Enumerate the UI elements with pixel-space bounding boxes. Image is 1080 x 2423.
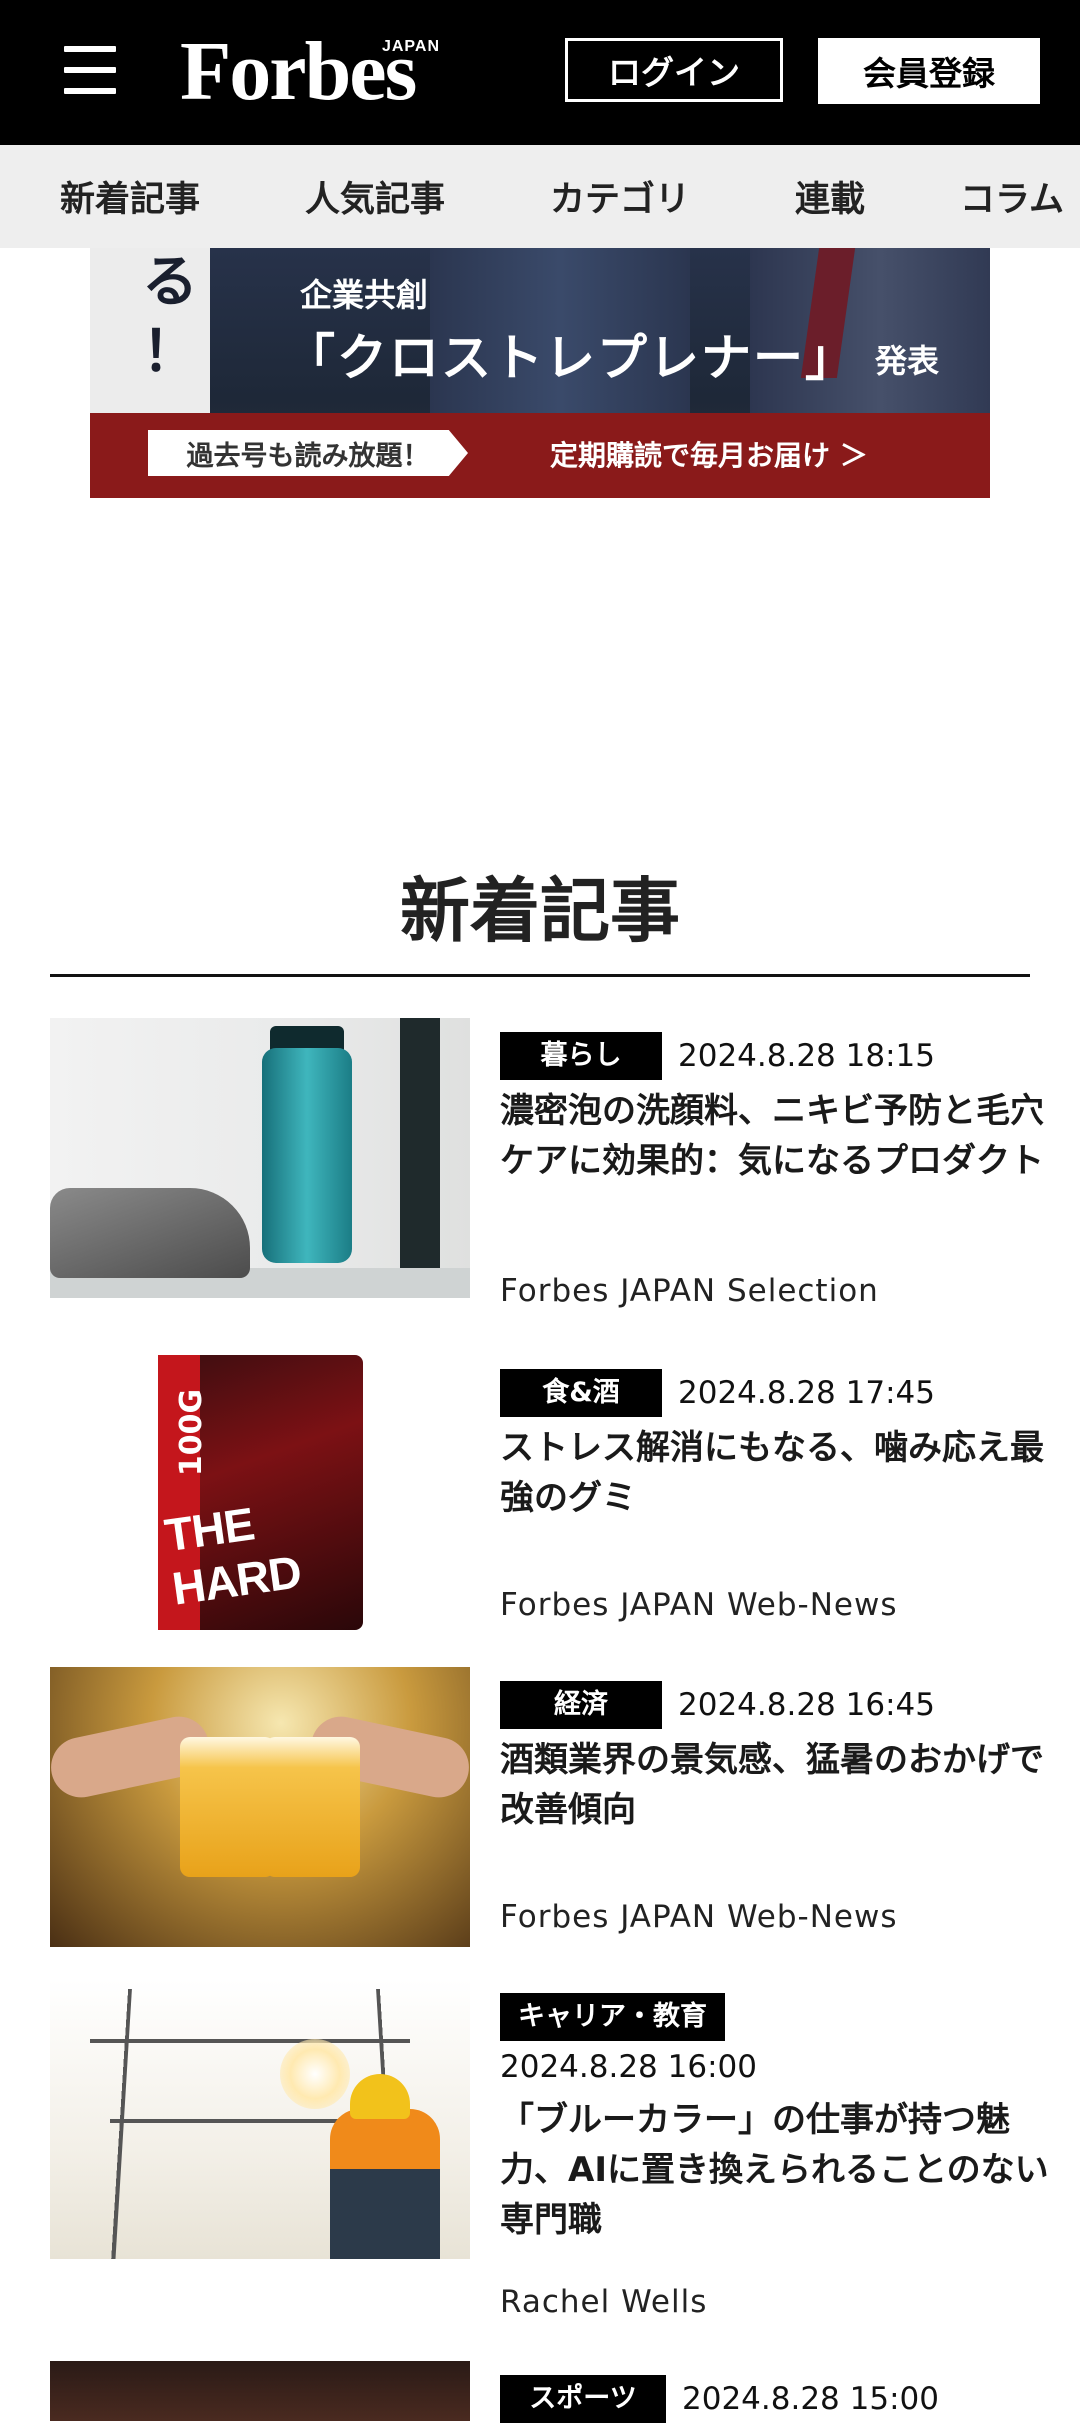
article-author: Forbes JAPAN Web-News bbox=[500, 1899, 898, 1935]
banner-kicker: 企業共創 bbox=[300, 276, 429, 314]
article-date: 2024.8.28 16:00 bbox=[500, 2049, 757, 2085]
article-date: 2024.8.28 16:45 bbox=[678, 1687, 935, 1723]
article-item[interactable]: キャリア・教育 2024.8.28 16:00 「ブルーカラー」の仕事が持つ魅力… bbox=[50, 1979, 1049, 2339]
logo-japan-label: JAPAN bbox=[381, 38, 440, 55]
article-item[interactable]: 100G THE HARD 食&酒 2024.8.28 17:45 ストレス解消に… bbox=[50, 1355, 1044, 1655]
article-author: Forbes JAPAN Web-News bbox=[500, 1587, 898, 1623]
article-author: Forbes JAPAN Selection bbox=[500, 1273, 879, 1309]
article-title[interactable]: ストレス解消にもなる、噛み応え最強のグミ bbox=[500, 1423, 1060, 1523]
logo-wordmark: Forbes bbox=[180, 25, 417, 118]
category-badge[interactable]: 経済 bbox=[500, 1681, 662, 1729]
forbes-japan-logo[interactable]: Forbes JAPAN bbox=[180, 26, 440, 116]
category-badge[interactable]: 食&酒 bbox=[500, 1369, 662, 1417]
banner-subscribe-cta[interactable]: 定期購読で毎月お届け ＞ bbox=[550, 434, 868, 474]
login-button[interactable]: ログイン bbox=[565, 38, 783, 102]
nav-tab-series[interactable]: 連載 bbox=[795, 145, 865, 248]
article-thumbnail[interactable]: 100G THE HARD bbox=[50, 1355, 470, 1635]
section-divider bbox=[50, 974, 1030, 977]
category-badge[interactable]: スポーツ bbox=[500, 2375, 666, 2423]
category-nav: 新着記事 人気記事 カテゴリ 連載 コラム bbox=[0, 145, 1080, 248]
thumb-gummy-weight: 100G bbox=[174, 1388, 210, 1477]
nav-tab-popular[interactable]: 人気記事 bbox=[305, 145, 445, 248]
nav-tab-column[interactable]: コラム bbox=[960, 145, 1064, 248]
article-title[interactable]: 「ブルーカラー」の仕事が持つ魅力、AIに置き換えられることのない専門職 bbox=[500, 2095, 1060, 2245]
banner-tail: 発表 bbox=[875, 342, 940, 380]
article-thumbnail[interactable] bbox=[50, 1018, 470, 1298]
article-thumbnail[interactable] bbox=[50, 1979, 470, 2259]
banner-fragment-text: る ！ bbox=[142, 250, 198, 385]
article-item[interactable]: 経済 2024.8.28 16:45 酒類業界の景気感、猛暑のおかげで改善傾向 F… bbox=[50, 1667, 1044, 1967]
site-header: Forbes JAPAN ログイン 会員登録 bbox=[0, 0, 1080, 145]
article-item[interactable]: スポーツ 2024.8.28 15:00 bbox=[50, 2361, 1030, 2423]
article-thumbnail[interactable] bbox=[50, 1667, 470, 1947]
nav-tab-new[interactable]: 新着記事 bbox=[60, 145, 200, 248]
subscription-banner[interactable]: る ！ 企業共創 「クロストレプレナー」 発表 過去号も読み放題！ 定期購読で毎… bbox=[90, 248, 990, 498]
register-button[interactable]: 会員登録 bbox=[818, 38, 1040, 104]
article-date: 2024.8.28 18:15 bbox=[678, 1038, 935, 1074]
article-thumbnail[interactable] bbox=[50, 2361, 470, 2421]
section-title: 新着記事 bbox=[400, 870, 680, 952]
category-badge[interactable]: 暮らし bbox=[500, 1032, 662, 1080]
hamburger-menu-icon[interactable] bbox=[60, 42, 120, 98]
banner-backissues-pill: 過去号も読み放題！ bbox=[148, 430, 468, 476]
nav-tab-category[interactable]: カテゴリ bbox=[550, 145, 690, 248]
article-date: 2024.8.28 15:00 bbox=[682, 2381, 939, 2417]
banner-headline: 「クロストレプレナー」 bbox=[285, 329, 857, 387]
article-title[interactable]: 酒類業界の景気感、猛暑のおかげで改善傾向 bbox=[500, 1735, 1060, 1835]
article-author: Rachel Wells bbox=[500, 2284, 708, 2320]
article-item[interactable]: 暮らし 2024.8.28 18:15 濃密泡の洗顔料、ニキビ予防と毛穴ケアに効果… bbox=[50, 1018, 1044, 1318]
article-date: 2024.8.28 17:45 bbox=[678, 1375, 935, 1411]
category-badge[interactable]: キャリア・教育 bbox=[500, 1993, 725, 2041]
article-title[interactable]: 濃密泡の洗顔料、ニキビ予防と毛穴ケアに効果的：気になるプロダクト bbox=[500, 1086, 1060, 1186]
